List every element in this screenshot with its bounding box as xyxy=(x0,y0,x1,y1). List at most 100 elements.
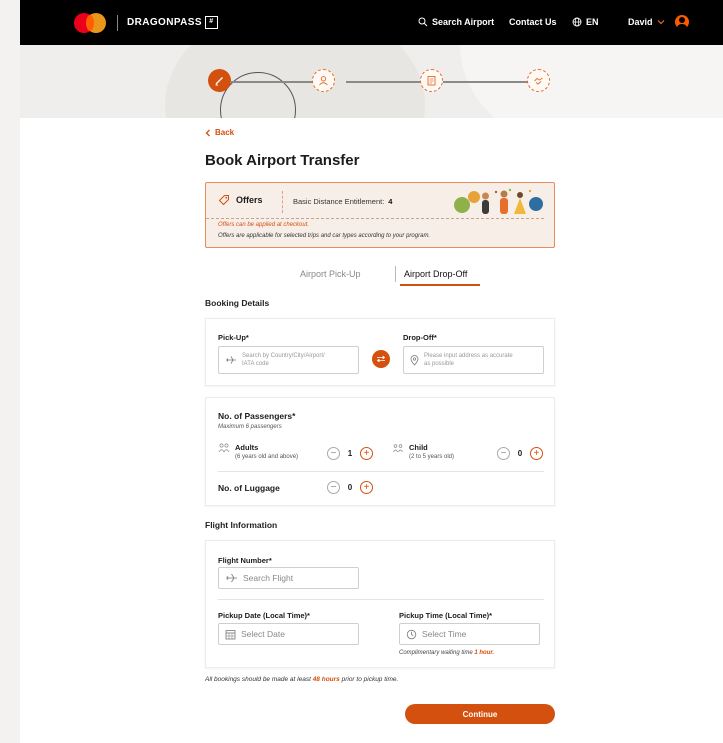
continue-button[interactable]: Continue xyxy=(405,704,555,724)
passengers-max-note: Maximum 6 passengers xyxy=(218,424,282,430)
dropoff-input[interactable]: Please input address as accurate as poss… xyxy=(403,346,544,374)
pickup-date-placeholder: Select Date xyxy=(241,629,285,639)
search-airport-link[interactable]: Search Airport xyxy=(418,17,494,27)
adults-row: Adults (6 years old and above) xyxy=(218,443,298,460)
offers-banner: Offers Basic Distance Entitlement: 4 Offe… xyxy=(205,182,555,248)
tab-airport-pickup[interactable]: Airport Pick-Up xyxy=(300,269,361,279)
entitlement-value: 4 xyxy=(388,197,393,206)
adults-count: 1 xyxy=(347,449,353,458)
location-card: Pick-Up* Search by Country/City/Airport/… xyxy=(205,318,555,386)
offers-toggle[interactable]: Offers xyxy=(218,194,263,206)
user-name: David xyxy=(628,17,653,27)
handshake-icon xyxy=(534,77,543,85)
transfer-type-tabs: Airport Pick-Up Airport Drop-Off xyxy=(300,264,560,286)
user-icon xyxy=(319,76,328,86)
pickup-time-placeholder: Select Time xyxy=(422,629,467,639)
dropoff-label: Drop-Off* xyxy=(403,333,437,342)
adults-label: Adults xyxy=(235,443,259,452)
booking-lead-time-note: All bookings should be made at least 48 … xyxy=(205,676,398,683)
child-age-note: (2 to 5 years old) xyxy=(409,454,455,460)
luggage-count: 0 xyxy=(347,483,353,492)
luggage-label: No. of Luggage xyxy=(218,483,280,493)
pickup-date-input[interactable]: Select Date xyxy=(218,623,359,645)
luggage-decrement-button[interactable]: − xyxy=(327,481,340,494)
offers-divider xyxy=(282,191,283,213)
brand-mark: # xyxy=(204,16,218,29)
entitlement-text: Basic Distance Entitlement: 4 xyxy=(293,197,392,206)
dropoff-placeholder-line1: Please input address as accurate xyxy=(424,353,513,359)
child-count: 0 xyxy=(517,449,523,458)
document-icon xyxy=(427,76,436,86)
flight-number-label: Flight Number* xyxy=(218,556,272,565)
child-decrement-button[interactable]: − xyxy=(497,447,510,460)
adults-increment-button[interactable]: + xyxy=(360,447,373,460)
child-stepper: − 0 + xyxy=(497,447,543,460)
pickup-date-label: Pickup Date (Local Time)* xyxy=(218,611,310,620)
chevron-left-icon xyxy=(205,129,210,136)
adults-stepper: − 1 + xyxy=(327,447,373,460)
user-menu[interactable]: David xyxy=(628,17,665,27)
adults-age-note: (6 years old and above) xyxy=(235,454,299,460)
active-tab-underline xyxy=(400,284,480,286)
step-4-confirm xyxy=(527,69,550,92)
step-2-passenger xyxy=(312,69,335,92)
lead-time-hours: 48 hours xyxy=(312,676,340,683)
offers-label: Offers xyxy=(236,195,263,205)
child-row: Child (2 to 5 years old) xyxy=(392,443,454,460)
child-increment-button[interactable]: + xyxy=(530,447,543,460)
waiting-time-note: Complimentary waiting time 1 hour. xyxy=(399,650,494,656)
offers-hr xyxy=(206,218,544,219)
step-1-details xyxy=(208,69,231,92)
pickup-time-label: Pickup Time (Local Time)* xyxy=(399,611,493,620)
pickup-time-input[interactable]: Select Time xyxy=(399,623,540,645)
flight-divider xyxy=(218,599,544,600)
swap-locations-button[interactable] xyxy=(372,350,390,368)
waiting-time-prefix: Complimentary waiting time xyxy=(399,650,473,656)
calendar-icon xyxy=(225,629,236,639)
language-label: EN xyxy=(586,17,599,27)
passengers-divider xyxy=(218,471,544,472)
lead-time-prefix: All bookings should be made at least xyxy=(205,676,311,683)
tab-airport-dropoff[interactable]: Airport Drop-Off xyxy=(404,269,467,279)
luggage-increment-button[interactable]: + xyxy=(360,481,373,494)
step-3-review xyxy=(420,69,443,92)
step-connector xyxy=(231,81,323,83)
swap-icon xyxy=(376,355,386,363)
location-pin-icon xyxy=(410,354,419,366)
offers-checkout-note: Offers can be applied at checkout. xyxy=(218,222,310,228)
adults-icon xyxy=(218,443,230,453)
adults-decrement-button[interactable]: − xyxy=(327,447,340,460)
globe-icon xyxy=(572,17,582,27)
pickup-placeholder-line1: Search by Country/City/Airport/ xyxy=(242,353,325,359)
flight-number-input[interactable]: Search Flight xyxy=(218,567,359,589)
top-nav-bar: DRAGONPASS # Search Airport Contact Us E… xyxy=(20,0,723,45)
search-icon xyxy=(418,17,428,27)
logo-divider xyxy=(117,15,118,31)
language-selector[interactable]: EN xyxy=(572,17,599,27)
contact-us-link[interactable]: Contact Us xyxy=(509,17,557,27)
waiting-time-value: 1 hour. xyxy=(474,650,495,656)
page-title: Book Airport Transfer xyxy=(205,152,360,169)
pickup-placeholder-line2: IATA code xyxy=(242,361,269,367)
mastercard-logo[interactable] xyxy=(74,13,106,33)
dropoff-placeholder-line2: as possible xyxy=(424,361,455,367)
pencil-icon xyxy=(215,77,223,86)
search-airport-label: Search Airport xyxy=(432,17,495,27)
entitlement-label: Basic Distance Entitlement: xyxy=(293,197,385,206)
pickup-input[interactable]: Search by Country/City/Airport/ IATA cod… xyxy=(218,346,359,374)
passengers-heading: No. of Passengers* xyxy=(218,411,296,421)
plane-icon xyxy=(226,573,237,583)
contact-us-label: Contact Us xyxy=(509,17,557,27)
tab-divider xyxy=(395,266,396,282)
lead-time-suffix: prior to pickup time. xyxy=(341,676,399,683)
step-connector xyxy=(443,81,529,83)
pickup-label: Pick-Up* xyxy=(218,333,249,342)
clock-icon xyxy=(406,629,417,639)
passengers-card: No. of Passengers* Maximum 6 passengers … xyxy=(205,397,555,506)
dragonpass-logo[interactable]: DRAGONPASS # xyxy=(127,16,218,29)
tag-icon xyxy=(218,195,229,206)
luggage-stepper: − 0 + xyxy=(327,481,373,494)
avatar[interactable] xyxy=(675,15,689,29)
back-link[interactable]: Back xyxy=(205,128,234,137)
back-label: Back xyxy=(215,128,235,137)
